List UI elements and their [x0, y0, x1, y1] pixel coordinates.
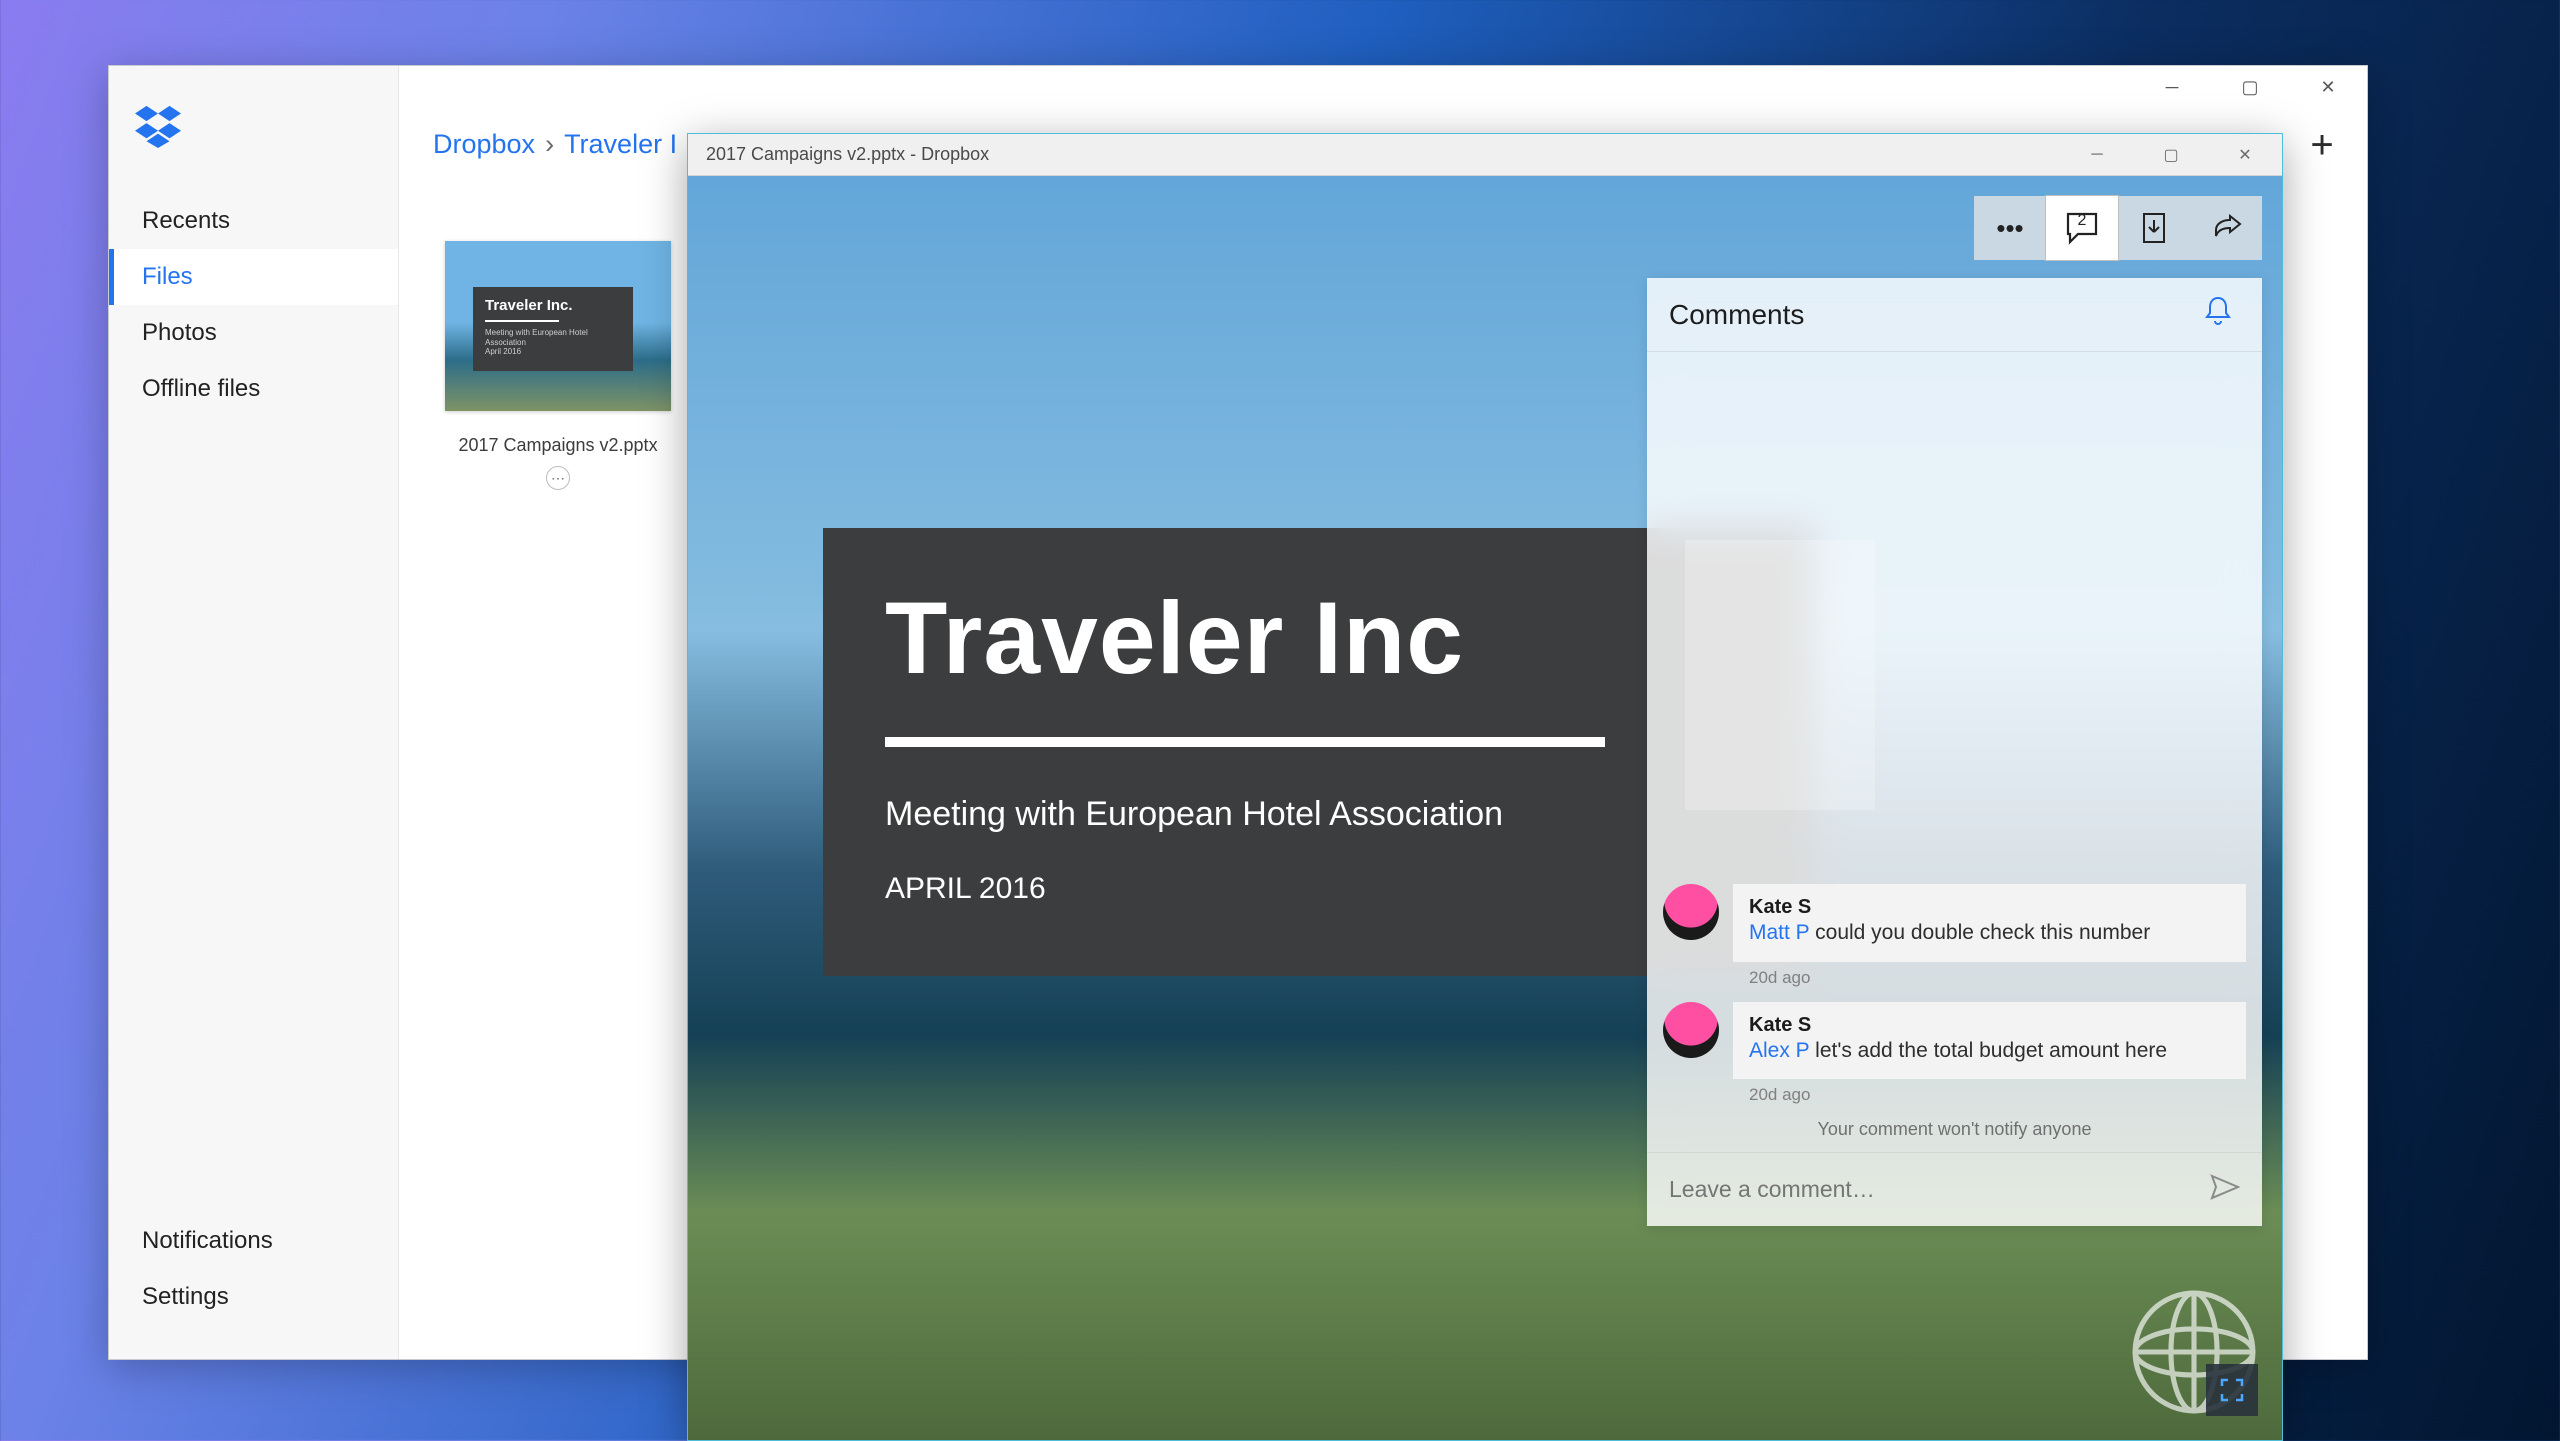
sidebar-item-files[interactable]: Files — [109, 249, 398, 305]
file-name-label: 2017 Campaigns v2.pptx — [445, 435, 671, 456]
add-icon[interactable]: + — [2307, 130, 2337, 160]
comments-header-label: Comments — [1669, 299, 1804, 331]
comment-author: Kate S — [1749, 1014, 2230, 1037]
sidebar: Recents Files Photos Offline files Notif… — [109, 66, 399, 1359]
breadcrumb-folder[interactable]: Traveler I — [564, 129, 677, 160]
preview-maximize-button[interactable]: ▢ — [2134, 134, 2208, 176]
breadcrumb-root[interactable]: Dropbox — [433, 129, 535, 160]
slide-subtitle: Meeting with European Hotel Association — [885, 795, 1751, 834]
thumb-subtitle: Meeting with European Hotel Association — [485, 328, 621, 347]
comment-input[interactable] — [1669, 1176, 2210, 1203]
comment-mention[interactable]: Alex P — [1749, 1039, 1809, 1062]
comment-timestamp: 20d ago — [1749, 1085, 2246, 1105]
preview-minimize-button[interactable]: ─ — [2060, 134, 2134, 176]
comment-author: Kate S — [1749, 896, 2230, 919]
sidebar-item-photos[interactable]: Photos — [109, 305, 398, 361]
avatar — [1663, 1002, 1719, 1058]
comment-item[interactable]: Kate S Alex P let's add the total budget… — [1663, 1002, 2246, 1079]
comment-timestamp: 20d ago — [1749, 968, 2246, 988]
file-thumbnail[interactable]: Traveler Inc. Meeting with European Hote… — [445, 241, 671, 490]
preview-close-button[interactable]: ✕ — [2208, 134, 2282, 176]
comment-thread: Kate S Matt P could you double check thi… — [1647, 866, 2262, 1152]
notifications-bell-icon[interactable] — [2204, 296, 2232, 333]
thumb-date: April 2016 — [485, 347, 621, 357]
slide-title: Traveler Inc — [885, 580, 1751, 697]
send-icon[interactable] — [2210, 1174, 2240, 1205]
notify-note: Your comment won't notify anyone — [1663, 1119, 2246, 1140]
avatar — [1663, 884, 1719, 940]
share-button[interactable] — [2190, 196, 2262, 260]
download-button[interactable] — [2118, 196, 2190, 260]
comment-body: let's add the total budget amount here — [1809, 1039, 2167, 1062]
sidebar-item-settings[interactable]: Settings — [109, 1269, 398, 1325]
comments-toggle-button[interactable]: 2 — [2046, 196, 2118, 260]
preview-body: ••• 2 Traveler Inc Meeting with European… — [688, 176, 2282, 1440]
preview-window-title: 2017 Campaigns v2.pptx - Dropbox — [706, 144, 989, 165]
comment-input-bar — [1647, 1152, 2262, 1226]
breadcrumb-separator: › — [545, 129, 554, 160]
sidebar-item-offline-files[interactable]: Offline files — [109, 361, 398, 417]
dropbox-logo-icon — [135, 102, 181, 148]
sidebar-item-notifications[interactable]: Notifications — [109, 1213, 398, 1269]
slide-divider — [885, 737, 1605, 747]
fullscreen-toggle-button[interactable] — [2206, 1364, 2258, 1416]
comments-panel: Comments Kate S Matt P could you double … — [1647, 278, 2262, 1226]
sidebar-item-recents[interactable]: Recents — [109, 193, 398, 249]
comment-mention[interactable]: Matt P — [1749, 921, 1809, 944]
preview-window: 2017 Campaigns v2.pptx - Dropbox ─ ▢ ✕ •… — [687, 133, 2283, 1441]
thumb-title: Traveler Inc. — [485, 297, 621, 314]
preview-toolbar: ••• 2 — [1974, 196, 2262, 260]
slide-date: APRIL 2016 — [885, 872, 1751, 906]
highlighted-region — [1685, 540, 1875, 810]
more-button[interactable]: ••• — [1974, 196, 2046, 260]
preview-titlebar: 2017 Campaigns v2.pptx - Dropbox ─ ▢ ✕ — [688, 134, 2282, 176]
comment-body: could you double check this number — [1809, 921, 2150, 944]
file-more-button[interactable]: ⋯ — [546, 466, 570, 490]
file-thumbnail-image: Traveler Inc. Meeting with European Hote… — [445, 241, 671, 411]
comment-count: 2 — [2078, 212, 2087, 230]
comments-header: Comments — [1647, 278, 2262, 352]
comment-item[interactable]: Kate S Matt P could you double check thi… — [1663, 884, 2246, 961]
